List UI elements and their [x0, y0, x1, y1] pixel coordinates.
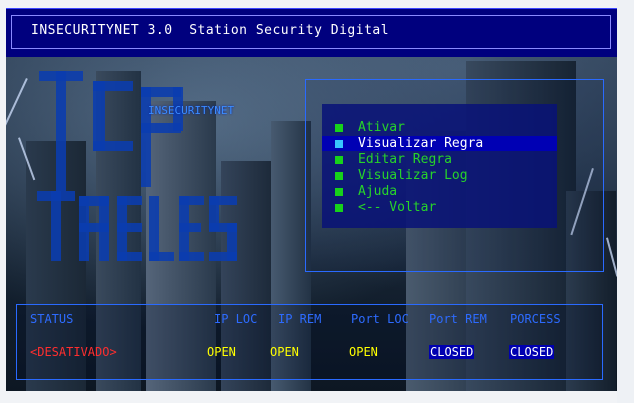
header-status: STATUS — [30, 312, 74, 326]
menu-item-editar-regra[interactable]: Editar Regra — [322, 152, 557, 167]
terminal-window: INSECURITYNET 3.0 Station Security Digit… — [6, 8, 617, 391]
status-value: <DESATIVADO> — [30, 345, 117, 359]
menu-item-label: Editar Regra — [358, 152, 452, 167]
bullet-icon — [335, 204, 343, 212]
bullet-icon — [335, 172, 343, 180]
app-title: INSECURITYNET 3.0 Station Security Digit… — [31, 23, 390, 38]
bullet-icon — [335, 124, 343, 132]
port-rem-value: CLOSED — [429, 345, 475, 359]
title-bar: INSECURITYNET 3.0 Station Security Digit… — [6, 8, 617, 57]
bullet-icon — [335, 156, 343, 164]
menu-item-ajuda[interactable]: Ajuda — [322, 184, 557, 199]
menu-item-label: Visualizar Regra — [358, 136, 484, 151]
process-value: CLOSED — [509, 345, 555, 359]
menu-item-visualizar-log[interactable]: Visualizar Log — [322, 168, 557, 183]
header-ip-loc: IP LOC — [214, 312, 258, 326]
header-port-loc: Port LOC — [351, 312, 409, 326]
menu-item-ativar[interactable]: Ativar — [322, 120, 557, 135]
bullet-icon — [335, 140, 343, 148]
menu-item-visualizar-regra[interactable]: Visualizar Regra — [322, 136, 557, 151]
menu-item-label: <-- Voltar — [358, 200, 437, 215]
ip-rem-value: OPEN — [270, 345, 299, 359]
main-menu: Ativar Visualizar Regra Editar Regra Vis… — [322, 104, 557, 228]
ip-loc-value: OPEN — [207, 345, 236, 359]
menu-item-label: Ajuda — [358, 184, 398, 199]
menu-item-label: Visualizar Log — [358, 168, 468, 183]
bullet-icon — [335, 188, 343, 196]
header-port-rem: Port REM — [429, 312, 487, 326]
logo-small-text: INSECURITYNET — [148, 104, 235, 117]
window-edge — [617, 0, 634, 403]
header-process: PORCESS — [510, 312, 561, 326]
menu-item-voltar[interactable]: <-- Voltar — [322, 200, 557, 215]
menu-item-label: Ativar — [358, 120, 405, 135]
header-ip-rem: IP REM — [278, 312, 322, 326]
port-loc-value: OPEN — [349, 345, 378, 359]
